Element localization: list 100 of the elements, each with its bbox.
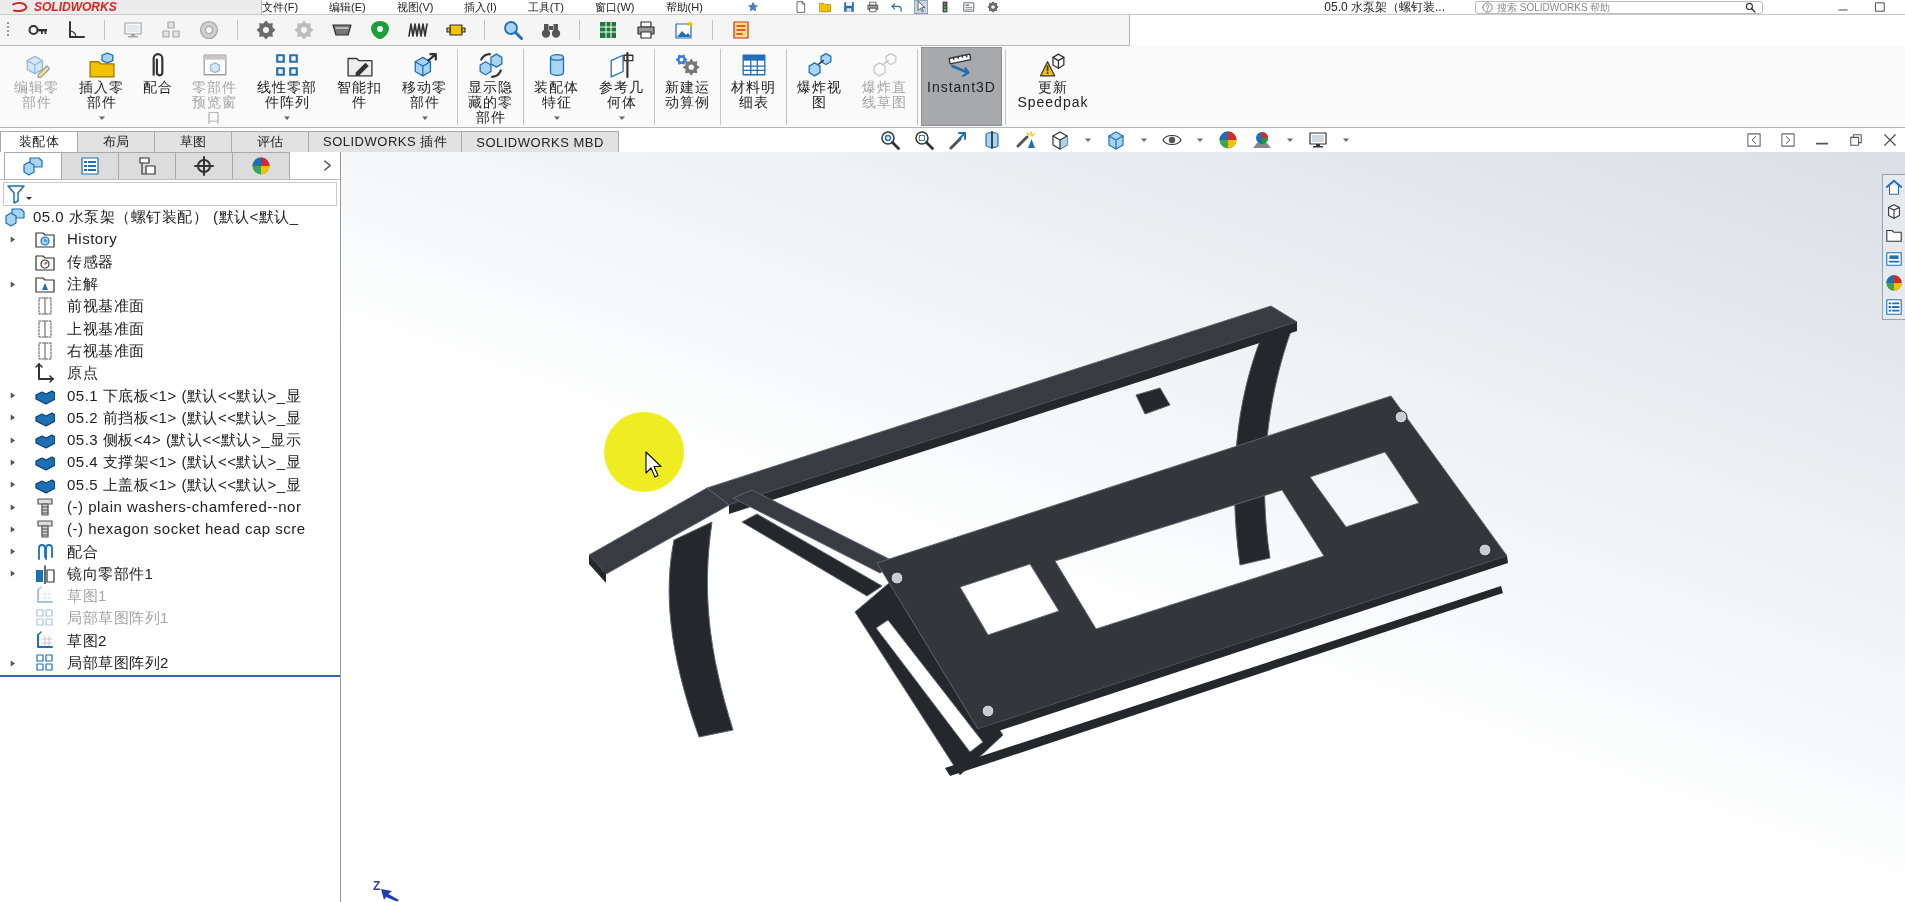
panel-tab[interactable] xyxy=(118,152,176,179)
tree-item[interactable]: 05.1 下底板<1> (默认<<默认>_显 xyxy=(67,386,301,405)
tree-item[interactable]: 局部草图阵列2 xyxy=(67,654,169,673)
star-icon[interactable] xyxy=(746,1,759,13)
caret-icon[interactable] xyxy=(1286,136,1294,144)
expand-arrow-icon[interactable] xyxy=(9,524,16,534)
tree-item[interactable]: 右视基准面 xyxy=(67,341,145,360)
picture-icon[interactable] xyxy=(674,20,694,40)
caret-icon[interactable] xyxy=(552,114,561,122)
expand-arrow-icon[interactable] xyxy=(9,391,16,400)
close-icon[interactable] xyxy=(1883,133,1897,147)
filter-field[interactable] xyxy=(3,182,337,206)
color-sphere-icon[interactable] xyxy=(1885,274,1903,292)
pane-left-icon[interactable] xyxy=(1747,133,1761,147)
ring-icon[interactable] xyxy=(370,20,390,40)
magnifier-icon[interactable] xyxy=(503,20,523,40)
expand-arrow-icon[interactable] xyxy=(9,658,16,668)
tree-item[interactable]: 05.4 支撑架<1> (默认<<默认>_显 xyxy=(67,453,301,472)
undo-icon[interactable] xyxy=(890,1,903,13)
menu-item[interactable]: 文件(F) xyxy=(262,0,299,14)
caret-icon[interactable] xyxy=(617,114,626,122)
tab[interactable]: 草图 xyxy=(154,131,232,152)
command-button[interactable]: 显示隐藏的零部件 xyxy=(461,47,520,126)
tab[interactable]: 装配体 xyxy=(0,131,78,152)
section-view-icon[interactable] xyxy=(982,130,1002,150)
tab[interactable]: 布局 xyxy=(77,131,155,152)
command-button[interactable]: 更新 Speedpak xyxy=(1008,47,1097,126)
menu-item[interactable]: 工具(T) xyxy=(527,0,564,14)
maximize-icon[interactable] xyxy=(1874,1,1886,13)
expand-arrow-icon[interactable] xyxy=(9,279,16,289)
zoom-area-icon[interactable] xyxy=(914,130,934,150)
expand-arrow-icon[interactable] xyxy=(9,234,16,244)
search-field[interactable]: 搜索 SOLIDWORKS 帮助 xyxy=(1475,0,1763,14)
tree-item[interactable]: (-) plain washers-chamfered--nor xyxy=(67,498,302,516)
command-button[interactable]: Instant3D xyxy=(921,47,1002,126)
tree-item[interactable]: 传感器 xyxy=(67,252,114,271)
expand-arrow-icon[interactable] xyxy=(9,457,16,467)
spring-icon[interactable] xyxy=(408,20,428,40)
menu-item[interactable]: 帮助(H) xyxy=(665,0,703,14)
tree-item[interactable]: 05.2 前挡板<1> (默认<<默认>_显 xyxy=(67,408,301,427)
shaded-cube-icon[interactable] xyxy=(1106,130,1126,150)
tree-item[interactable]: History xyxy=(67,230,118,249)
tree-item[interactable]: (-) hexagon socket head cap scre xyxy=(67,520,306,539)
tab[interactable]: SOLIDWORKS MBD xyxy=(461,131,619,152)
tree-item[interactable]: 05.5 上盖板<1> (默认<<默认>_显 xyxy=(67,475,301,494)
spreadsheet-icon[interactable] xyxy=(598,20,618,40)
caret-icon[interactable] xyxy=(1140,136,1148,144)
file-properties-icon[interactable] xyxy=(962,1,975,13)
command-button[interactable]: 参考几何体 xyxy=(592,47,651,126)
report-icon[interactable] xyxy=(731,20,751,40)
scene-icon[interactable] xyxy=(1252,130,1272,150)
gear-icon[interactable] xyxy=(256,20,276,40)
restore-icon[interactable] xyxy=(1849,133,1863,147)
menu-item[interactable]: 编辑(E) xyxy=(329,0,366,14)
expand-arrow-icon[interactable] xyxy=(9,435,16,445)
command-button[interactable]: 爆炸视图 xyxy=(790,47,849,126)
menu-item[interactable]: 插入(I) xyxy=(464,0,497,14)
panel-tab[interactable] xyxy=(175,152,233,179)
expand-arrow-icon[interactable] xyxy=(9,480,16,490)
chevron-right-icon[interactable] xyxy=(323,159,332,172)
tree-item[interactable]: 原点 xyxy=(67,364,98,383)
angle-icon[interactable] xyxy=(66,20,86,40)
cursor-icon[interactable] xyxy=(914,1,927,13)
caret-icon[interactable] xyxy=(1084,136,1092,144)
command-button[interactable]: 新建运动算例 xyxy=(658,47,717,126)
tree-item[interactable]: 注解 xyxy=(67,275,98,294)
expand-arrow-icon[interactable] xyxy=(9,569,16,579)
color-sphere-icon[interactable] xyxy=(1218,130,1238,150)
printer-icon[interactable] xyxy=(866,1,879,13)
command-button[interactable]: 智能扣件 xyxy=(330,47,389,126)
rollback-bar[interactable] xyxy=(0,675,340,678)
tree-item[interactable]: 镜向零部件1 xyxy=(67,564,154,583)
gear-icon[interactable] xyxy=(986,1,999,13)
caret-icon[interactable] xyxy=(97,114,106,122)
pane-right-icon[interactable] xyxy=(1781,133,1795,147)
command-button[interactable]: 装配体特征 xyxy=(527,47,586,126)
tree-item[interactable]: 05.3 侧板<4> (默认<<默认>_显示 xyxy=(67,431,301,450)
zoom-fit-icon[interactable] xyxy=(880,130,900,150)
caret-icon[interactable] xyxy=(283,114,291,122)
tab[interactable]: 评估 xyxy=(231,131,309,152)
annotation-view-icon[interactable] xyxy=(1016,130,1036,150)
command-button[interactable]: 材料明细表 xyxy=(724,47,783,126)
expand-arrow-icon[interactable] xyxy=(9,502,16,512)
command-button[interactable]: 线性零部件阵列 xyxy=(250,47,324,126)
command-button[interactable]: 配合 xyxy=(137,47,179,126)
expand-arrow-icon[interactable] xyxy=(9,413,16,423)
monitor-icon[interactable] xyxy=(1308,130,1328,150)
menu-item[interactable]: 视图(V) xyxy=(396,0,434,14)
caret-icon[interactable] xyxy=(1196,136,1204,144)
tab[interactable]: SOLIDWORKS 插件 xyxy=(308,131,463,152)
command-button[interactable]: 移动零部件 xyxy=(395,47,454,126)
tree-item[interactable]: 05.0 水泵架（螺钉装配） (默认<默认_ xyxy=(33,208,299,227)
view-palette-icon[interactable] xyxy=(1885,250,1903,268)
home-icon[interactable] xyxy=(1885,178,1903,196)
new-document-icon[interactable] xyxy=(794,1,807,13)
expand-arrow-icon[interactable] xyxy=(9,547,16,557)
view-cube-icon[interactable] xyxy=(1050,130,1070,150)
property-list-icon[interactable] xyxy=(1885,298,1903,316)
printer-icon[interactable] xyxy=(636,20,656,40)
command-button[interactable]: 插入零部件 xyxy=(72,47,131,126)
